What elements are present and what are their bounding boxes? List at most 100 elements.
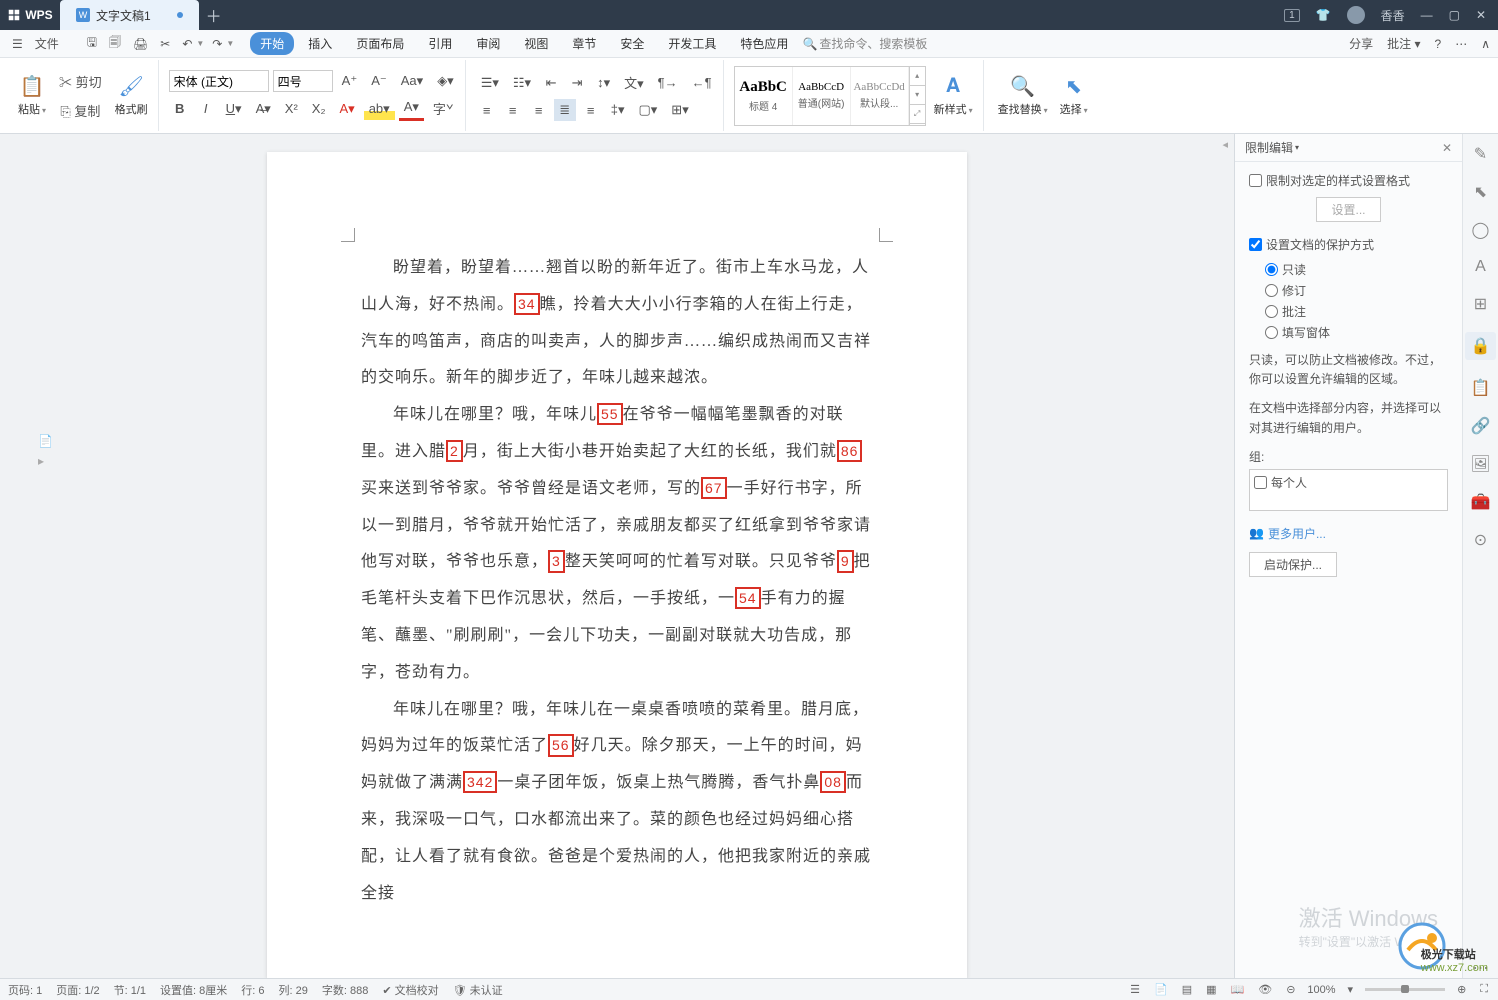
command-search[interactable]: 🔍 查找命令、搜索模板	[802, 35, 927, 52]
window-counter-icon[interactable]: 1	[1284, 9, 1300, 22]
subscript-button[interactable]: X₂	[307, 98, 331, 119]
line-spacing-button[interactable]: ‡▾	[606, 99, 630, 121]
save-icon[interactable]: 🖫	[83, 31, 101, 56]
help-icon[interactable]: ?	[1435, 37, 1442, 51]
decrease-indent-button[interactable]: ⇤	[540, 72, 562, 94]
print-preview-icon[interactable]: 🗐	[105, 31, 125, 56]
status-verify[interactable]: 🛡 未认证	[453, 982, 503, 998]
align-left-button[interactable]: ≡	[476, 100, 498, 121]
text-effects-button[interactable]: A▾	[335, 98, 360, 120]
radio-revision[interactable]: 修订	[1265, 282, 1448, 299]
new-style-button[interactable]: 𝐀 新样式▾	[930, 75, 977, 117]
protect-document-checkbox[interactable]: 设置文档的保护方式	[1249, 236, 1448, 253]
group-everyone-checkbox[interactable]: 每个人	[1254, 474, 1443, 491]
status-line[interactable]: 行: 6	[241, 982, 264, 998]
grow-font-button[interactable]: A⁺	[337, 70, 363, 92]
new-tab-button[interactable]: ＋	[199, 3, 229, 27]
restrict-format-checkbox[interactable]: 限制对选定的样式设置格式	[1249, 172, 1448, 189]
annotate-button[interactable]: 批注 ▾	[1387, 35, 1420, 52]
rail-picture-icon[interactable]: 🖼	[1470, 454, 1490, 474]
styles-expand-button[interactable]: ⤢	[910, 105, 925, 124]
shrink-font-button[interactable]: A⁻	[366, 70, 392, 92]
ltr-button[interactable]: ¶→	[653, 72, 683, 93]
zoom-dropdown[interactable]: ▾	[1346, 983, 1356, 996]
status-indent[interactable]: 设置值: 8厘米	[160, 982, 227, 998]
align-right-button[interactable]: ≡	[528, 100, 550, 121]
shading-button[interactable]: ▢▾	[633, 99, 662, 121]
highlight-button[interactable]: ab▾	[364, 98, 395, 120]
rail-lock-icon[interactable]: 🔒	[1465, 332, 1497, 360]
cut-quick-icon[interactable]: ✂	[156, 35, 174, 53]
share-button[interactable]: 分享	[1349, 35, 1373, 52]
view-mode-icon[interactable]: ☰	[1128, 983, 1142, 996]
status-column[interactable]: 列: 29	[279, 982, 308, 998]
text-direction-button[interactable]: 文▾	[619, 70, 649, 95]
align-center-button[interactable]: ≡	[502, 100, 524, 121]
print-icon[interactable]: 🖨	[129, 35, 152, 53]
sort-button[interactable]: ↕▾	[592, 72, 615, 94]
more-users-link[interactable]: 👥 更多用户...	[1249, 525, 1448, 542]
view-print-icon[interactable]: 📄	[1152, 983, 1170, 996]
styles-down-button[interactable]: ▾	[910, 86, 925, 105]
ribbon-tab-insert[interactable]: 插入	[298, 32, 342, 55]
status-page[interactable]: 页面: 1/2	[56, 982, 99, 998]
start-protection-button[interactable]: 启动保护...	[1249, 552, 1337, 577]
user-avatar[interactable]	[1347, 6, 1365, 24]
cut-button[interactable]: ✂ 剪切	[54, 69, 107, 94]
wps-logo[interactable]: WPS	[0, 8, 60, 22]
group-list[interactable]: 每个人	[1249, 469, 1448, 511]
ribbon-tab-devtools[interactable]: 开发工具	[658, 32, 726, 55]
collapse-ribbon-icon[interactable]: ∧	[1481, 37, 1490, 51]
italic-button[interactable]: I	[195, 98, 217, 119]
radio-comment[interactable]: 批注	[1265, 303, 1448, 320]
more-icon[interactable]: ⋯	[1455, 37, 1467, 51]
rail-edit-icon[interactable]: ✎	[1474, 144, 1487, 164]
style-item-default[interactable]: AaBbCcDd 默认段...	[851, 67, 909, 125]
ribbon-tab-start[interactable]: 开始	[250, 32, 294, 55]
font-size-combo[interactable]	[273, 70, 333, 92]
ribbon-tab-section[interactable]: 章节	[562, 32, 606, 55]
find-replace-button[interactable]: 🔍 查找替换▾	[994, 75, 1052, 117]
style-item-heading4[interactable]: AaBbC 标题 4	[735, 67, 793, 125]
panel-close-button[interactable]: ✕	[1442, 141, 1452, 155]
window-close[interactable]: ✕	[1476, 8, 1486, 22]
window-maximize[interactable]: ▢	[1449, 8, 1460, 22]
bold-button[interactable]: B	[169, 98, 191, 119]
phonetic-button[interactable]: 字̌	[428, 96, 451, 121]
undo-icon[interactable]: ↶	[178, 35, 196, 53]
zoom-out-button[interactable]: ⊝	[1284, 983, 1297, 996]
copy-button[interactable]: ⎘ 复制	[54, 98, 107, 123]
settings-button[interactable]: 设置...	[1316, 197, 1380, 222]
zoom-slider[interactable]	[1365, 988, 1445, 991]
status-page-number[interactable]: 页码: 1	[8, 982, 42, 998]
numbering-button[interactable]: ☷▾	[508, 72, 536, 94]
view-outline-icon[interactable]: ▤	[1180, 983, 1194, 996]
app-menu-icon[interactable]: ☰	[8, 35, 27, 53]
rail-select-icon[interactable]: ⬉	[1474, 182, 1487, 202]
window-minimize[interactable]: —	[1421, 8, 1433, 22]
underline-button[interactable]: U▾	[221, 98, 247, 120]
rail-table-icon[interactable]: ⊞	[1474, 294, 1487, 314]
fullscreen-icon[interactable]: ⛶	[1478, 983, 1490, 996]
status-word-count[interactable]: 字数: 888	[322, 982, 368, 998]
zoom-in-button[interactable]: ⊕	[1455, 983, 1468, 996]
ribbon-tab-layout[interactable]: 页面布局	[346, 32, 414, 55]
document-tab[interactable]: W 文字文稿1	[60, 0, 199, 30]
styles-gallery[interactable]: AaBbC 标题 4 AaBbCcD 普通(网站) AaBbCcDd 默认段..…	[734, 66, 926, 126]
ribbon-tab-special[interactable]: 特色应用	[730, 32, 798, 55]
rail-help-icon[interactable]: ⊙	[1474, 530, 1487, 550]
redo-icon[interactable]: ↷	[208, 35, 226, 53]
status-spellcheck[interactable]: ✔ 文档校对	[382, 982, 438, 998]
file-menu[interactable]: 文件	[31, 33, 63, 54]
change-case-button[interactable]: Aa▾	[396, 70, 428, 92]
view-eye-icon[interactable]: 👁	[1256, 983, 1274, 996]
style-item-normal-web[interactable]: AaBbCcD 普通(网站)	[793, 67, 851, 125]
rtl-button[interactable]: ←¶	[687, 72, 717, 93]
strike-button[interactable]: A̶▾	[251, 98, 276, 120]
bullets-button[interactable]: ☰▾	[476, 72, 504, 94]
panel-toggle-arrow[interactable]: ◂	[1222, 138, 1228, 151]
radio-readonly[interactable]: 只读	[1265, 261, 1448, 278]
borders-button[interactable]: ⊞▾	[666, 99, 693, 121]
view-read-icon[interactable]: 📖	[1229, 983, 1247, 996]
paragraph-indicator-icon[interactable]: ▸	[38, 454, 53, 468]
